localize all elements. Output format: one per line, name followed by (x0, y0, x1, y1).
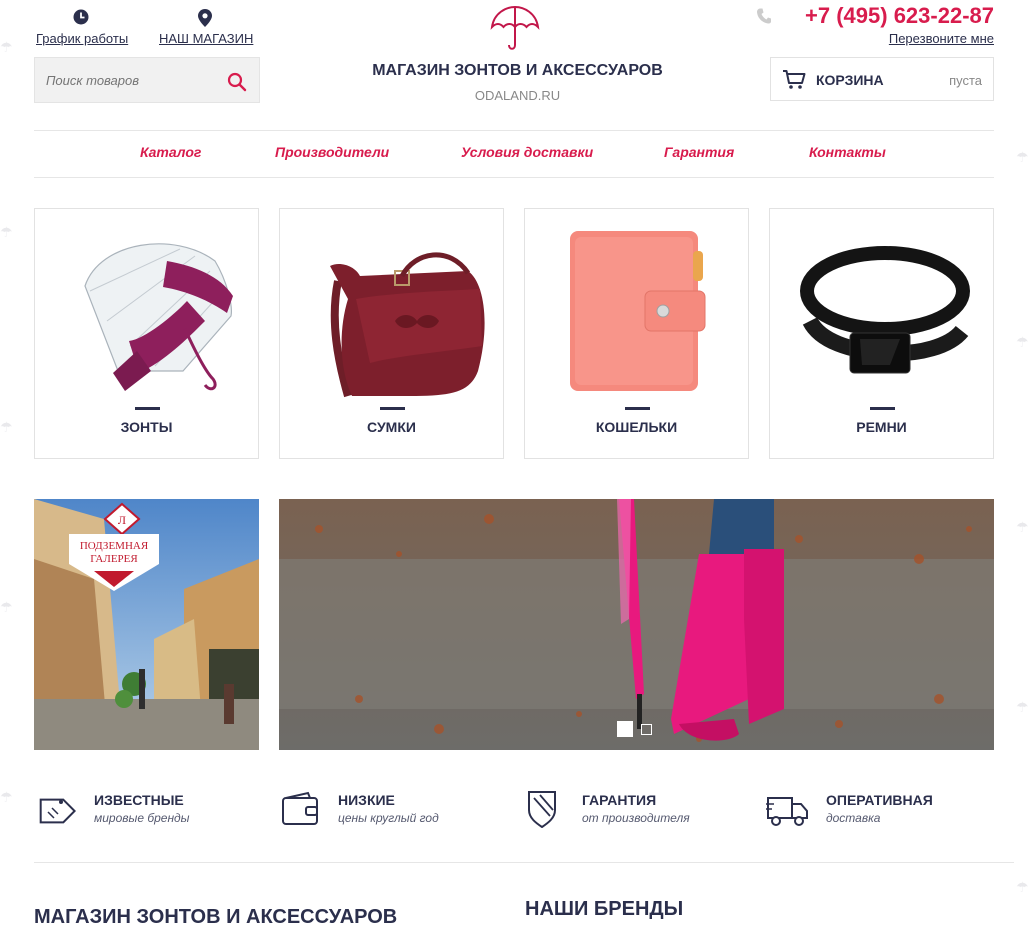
nav-item-delivery[interactable]: Условия доставки (461, 144, 593, 160)
feature-title: ИЗВЕСТНЫЕ (94, 792, 184, 808)
cart-icon (783, 70, 806, 89)
background-umbrella-icon: ☂ (1016, 149, 1028, 165)
store-link-label[interactable]: НАШ МАГАЗИН (159, 31, 253, 46)
slider-dot[interactable] (641, 724, 652, 735)
schedule-link-label[interactable]: График работы (36, 31, 128, 46)
truck-icon (766, 797, 808, 826)
search-box (34, 57, 260, 103)
promo-sign-letter: Л (118, 513, 126, 527)
hero-slider[interactable] (279, 499, 994, 750)
background-umbrella-icon: ☂ (1016, 879, 1028, 895)
category-umbrellas[interactable]: ЗОНТЫ (34, 208, 259, 459)
category-label-belts: РЕМНИ (856, 419, 907, 435)
nav-item-manufacturers[interactable]: Производители (275, 144, 389, 160)
nav-item-warranty[interactable]: Гарантия (664, 144, 734, 160)
slider-dot-active[interactable] (617, 721, 633, 737)
wallet-icon (282, 791, 318, 825)
cart-label: КОРЗИНА (816, 72, 884, 88)
category-label-bags: СУМКИ (367, 419, 416, 435)
search-icon[interactable] (227, 72, 247, 92)
store-link[interactable]: НАШ МАГАЗИН (159, 8, 253, 48)
shield-icon (528, 791, 556, 828)
category-bar (380, 407, 405, 410)
background-umbrella-icon: ☂ (0, 419, 13, 435)
nav-top-divider (34, 130, 994, 131)
background-umbrella-icon: ☂ (0, 224, 13, 240)
umbrella-product-image (84, 243, 233, 391)
background-umbrella-icon: ☂ (0, 599, 13, 615)
nav-item-contacts[interactable]: Контакты (809, 144, 886, 160)
clock-icon (73, 9, 89, 25)
about-section-title: МАГАЗИН ЗОНТОВ И АКСЕССУАРОВ (34, 906, 398, 928)
feature-subtitle: доставка (826, 811, 881, 825)
street-photo-image: ПОДЗЕМНАЯ ГАЛЕРЕЯ Л (34, 499, 259, 750)
category-bar (870, 407, 895, 410)
belt-product-image (800, 246, 970, 374)
promo-sign-line1: ПОДЗЕМНАЯ (80, 540, 149, 552)
shop-title: МАГАЗИН ЗОНТОВ И АКСЕССУАРОВ (372, 62, 663, 79)
price-tag-icon (39, 798, 76, 824)
category-bar (135, 407, 160, 410)
category-bar (625, 407, 650, 410)
feature-subtitle: мировые бренды (94, 811, 190, 825)
feature-title: ОПЕРАТИВНАЯ (826, 792, 933, 808)
background-umbrella-icon: ☂ (0, 39, 13, 55)
nav-bottom-divider (34, 177, 994, 178)
callback-link[interactable]: Перезвоните мне (860, 31, 994, 46)
category-label-umbrellas: ЗОНТЫ (120, 419, 173, 435)
wallet-product-image (570, 231, 706, 391)
search-input[interactable] (35, 58, 215, 102)
background-umbrella-icon: ☂ (0, 789, 13, 805)
umbrella-logo-icon[interactable] (490, 5, 540, 51)
schedule-link[interactable]: График работы (36, 8, 128, 48)
background-umbrella-icon: ☂ (1016, 334, 1028, 350)
nav-item-catalog[interactable]: Каталог (140, 144, 201, 160)
phone-number[interactable]: +7 (495) 623-22-87 (780, 3, 994, 29)
map-pin-icon (198, 9, 212, 27)
category-belts[interactable]: РЕМНИ (769, 208, 994, 459)
shop-domain: ODALAND.RU (474, 88, 561, 103)
cart-button[interactable]: КОРЗИНА пуста (770, 57, 994, 101)
bag-product-image (330, 252, 485, 398)
hero-slide-image (279, 499, 994, 750)
background-umbrella-icon: ☂ (1016, 519, 1028, 535)
feature-title: ГАРАНТИЯ (582, 792, 657, 808)
features-divider (34, 862, 1014, 863)
feature-subtitle: цены круглый год (338, 811, 439, 825)
feature-subtitle: от производителя (582, 811, 690, 825)
cart-status: пуста (949, 73, 982, 88)
category-wallets[interactable]: КОШЕЛЬКИ (524, 208, 749, 459)
background-umbrella-icon: ☂ (1016, 699, 1028, 715)
store-photo-banner[interactable]: ПОДЗЕМНАЯ ГАЛЕРЕЯ Л (34, 499, 259, 750)
brands-section-title: НАШИ БРЕНДЫ (525, 898, 684, 920)
promo-sign-line2: ГАЛЕРЕЯ (90, 553, 138, 565)
phone-icon (757, 8, 771, 24)
category-bags[interactable]: СУМКИ (279, 208, 504, 459)
category-label-wallets: КОШЕЛЬКИ (595, 419, 678, 435)
feature-title: НИЗКИЕ (338, 792, 395, 808)
